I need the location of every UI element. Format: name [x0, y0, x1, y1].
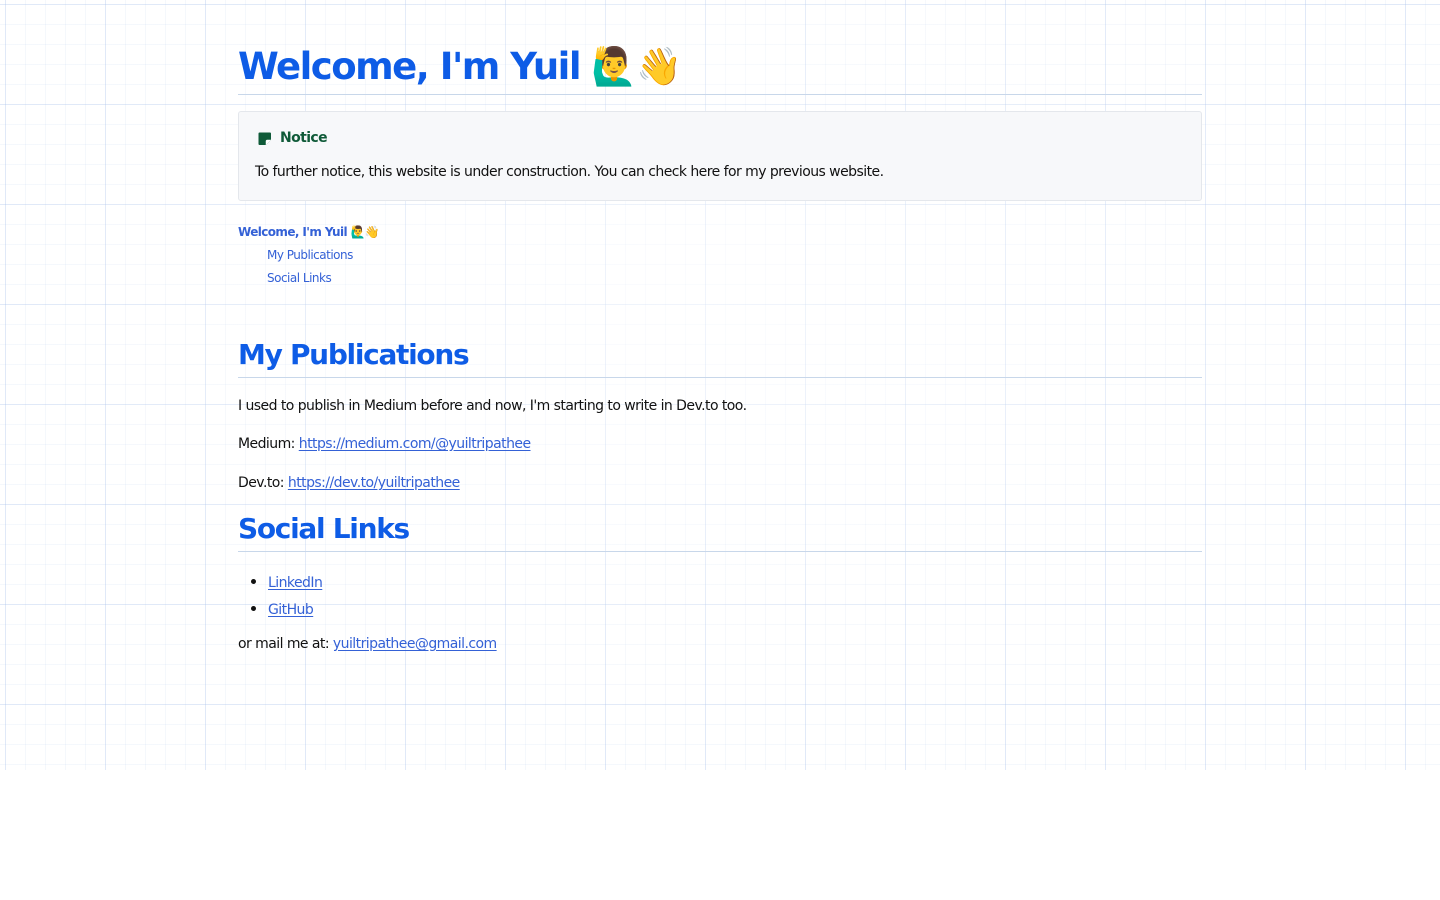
devto-link[interactable]: https://dev.to/yuiltripathee [288, 475, 460, 491]
list-item: GitHub [268, 596, 322, 623]
notice-title: Notice [280, 130, 328, 146]
devto-line: Dev.to: https://dev.to/yuiltripathee [238, 473, 460, 493]
page-title: Welcome, I'm Yuil 🙋‍♂️👋 [238, 40, 1202, 95]
mail-label: or mail me at: [238, 636, 333, 652]
devto-label: Dev.to: [238, 475, 288, 491]
github-link[interactable]: GitHub [268, 602, 314, 618]
linkedin-link[interactable]: LinkedIn [268, 575, 323, 591]
medium-link[interactable]: https://medium.com/@yuiltripathee [299, 436, 531, 452]
email-link[interactable]: yuiltripathee@gmail.com [333, 636, 497, 652]
notice-callout: Notice To further notice, this website i… [238, 111, 1202, 201]
mail-line: or mail me at: yuiltripathee@gmail.com [238, 634, 497, 654]
notice-header: Notice [257, 128, 328, 148]
notice-text: To further notice, this website is under… [255, 164, 884, 180]
social-links-list: LinkedIn GitHub [238, 569, 323, 623]
toc-item-welcome[interactable]: Welcome, I'm Yuil 🙋‍♂️👋 [238, 221, 638, 243]
toc-item-my-publications[interactable]: My Publications [267, 243, 638, 266]
list-item: LinkedIn [268, 569, 323, 596]
table-of-contents: Welcome, I'm Yuil 🙋‍♂️👋 My Publications … [238, 221, 638, 289]
medium-line: Medium: https://medium.com/@yuiltripathe… [238, 434, 531, 454]
social-links-heading: Social Links [238, 507, 1202, 552]
publications-heading: My Publications [238, 333, 1202, 378]
medium-label: Medium: [238, 436, 299, 452]
note-icon [257, 131, 272, 146]
publications-intro: I used to publish in Medium before and n… [238, 398, 747, 414]
toc-item-social-links[interactable]: Social Links [267, 266, 638, 289]
